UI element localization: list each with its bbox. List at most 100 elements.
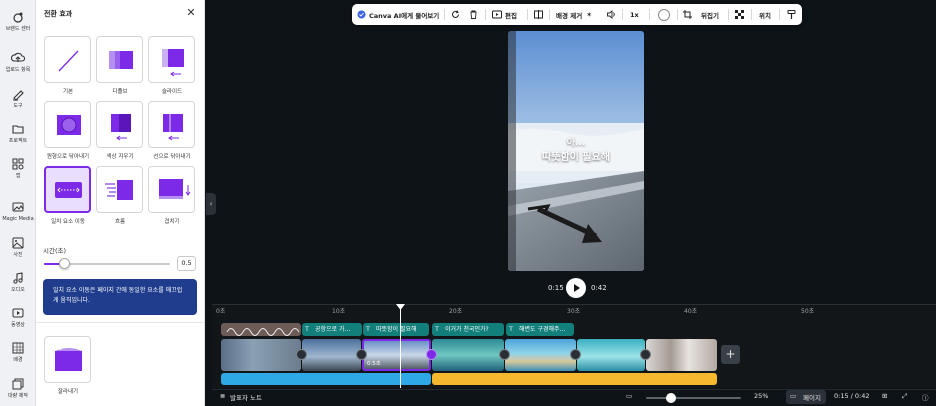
color-swatch[interactable]	[658, 4, 670, 25]
transition-label: 겹치기	[164, 219, 180, 225]
play-button[interactable]	[566, 278, 586, 298]
audio-track-yellow[interactable]	[432, 373, 717, 385]
bg-remove-label: 배경 제거	[556, 11, 583, 20]
video-clip-1[interactable]	[221, 339, 301, 371]
rail-bulk-create[interactable]: 대량 제작	[0, 377, 36, 400]
replace-icon[interactable]	[450, 4, 461, 25]
transitions-panel: 전환 효과 ✕ 기본 디졸브 슬라이드 원형으로 닦아내기 색상 지우기 선으로…	[36, 0, 205, 406]
text-track-item-1[interactable]: T 공항으로 가...	[302, 323, 362, 336]
transition-label: 디졸브	[112, 89, 128, 95]
text-icon: T	[435, 325, 439, 333]
split-icon[interactable]	[533, 4, 544, 25]
time-readout: 0:15 / 0:42	[834, 392, 870, 400]
text-track-item-4[interactable]: T 해변도 구경해주...	[506, 323, 574, 336]
playhead[interactable]	[400, 304, 401, 388]
collapse-panel-button[interactable]: ‹	[206, 193, 216, 215]
rail-label: 브랜드 센터	[5, 26, 31, 32]
video-clip-6[interactable]	[577, 339, 645, 371]
transition-icon[interactable]	[640, 349, 651, 360]
transition-slide[interactable]	[148, 36, 195, 83]
rail-magic-media[interactable]: Magic Media	[0, 200, 36, 223]
video-clip-3-selected[interactable]: 0.5초	[362, 339, 431, 371]
video-preview[interactable]: 아... 따뜻함이 필요해	[508, 31, 644, 271]
video-clip-7[interactable]	[646, 339, 717, 371]
paint-format-icon[interactable]	[786, 4, 797, 25]
text-track-item-3[interactable]: T 이거가 천국인가?	[432, 323, 504, 336]
background-remove-button[interactable]: 배경 제거 ✶	[556, 4, 592, 25]
transition-circle-wipe[interactable]	[44, 101, 91, 148]
volume-icon[interactable]	[606, 4, 617, 25]
flip-button[interactable]: 뒤집기	[701, 4, 719, 25]
transition-icon[interactable]	[356, 349, 367, 360]
rail-photos[interactable]: 사진	[0, 236, 36, 259]
edit-button[interactable]: 편집	[492, 4, 517, 25]
text-track-clip[interactable]	[221, 323, 301, 336]
rail-label: 프로젝트	[8, 138, 28, 144]
rail-videos[interactable]: 동영상	[0, 306, 36, 329]
rail-audio[interactable]: 오디오	[0, 271, 36, 294]
transition-cut[interactable]	[44, 336, 91, 383]
video-clip-2[interactable]	[302, 339, 361, 371]
circle-wipe-transition-icon	[57, 115, 81, 135]
zoom-percentage[interactable]: 25%	[754, 392, 768, 400]
magic-media-icon	[12, 202, 24, 212]
transition-label: 선으로 닦아내기	[153, 154, 191, 160]
transition-dissolve[interactable]	[96, 36, 143, 83]
speaker-notes-button[interactable]: 발표자 노트	[230, 392, 262, 402]
zoom-slider[interactable]	[646, 397, 741, 399]
rail-tools[interactable]: 도구	[0, 87, 36, 110]
upload-cloud-icon	[11, 52, 25, 62]
divider	[728, 9, 729, 20]
fullscreen-icon[interactable]: ⤢	[902, 392, 907, 401]
transition-flow[interactable]	[96, 166, 143, 213]
video-clip-5[interactable]	[505, 339, 576, 371]
transition-icon[interactable]	[570, 349, 581, 360]
divider	[549, 9, 550, 20]
rail-background[interactable]: 배경	[0, 341, 36, 364]
rail-brand-center[interactable]: 브랜드 센터	[0, 10, 36, 33]
video-clip-4[interactable]	[432, 339, 504, 371]
transition-label: 슬라이드	[161, 89, 183, 95]
text-track-item-2[interactable]: T 따뜻함이 필요해	[363, 323, 429, 336]
split-clip-icon	[534, 10, 543, 19]
ask-canva-ai-button[interactable]: Canva AI에게 물어보기	[357, 4, 439, 25]
text-icon: T	[366, 325, 370, 333]
transition-line-wipe[interactable]	[148, 101, 195, 148]
rail-projects[interactable]: 프로젝트	[0, 122, 36, 145]
match-move-transition-icon	[55, 182, 82, 198]
notes-icon[interactable]: ≣	[220, 392, 225, 400]
close-icon[interactable]: ✕	[185, 7, 197, 19]
overlap-transition-icon	[159, 179, 191, 199]
ruler-tick: 10초	[332, 308, 346, 315]
caption-line-1: 아...	[566, 138, 586, 148]
transition-icon[interactable]	[296, 349, 307, 360]
duration-slider-knob[interactable]	[58, 258, 70, 269]
ask-canva-label: Canva AI에게 물어보기	[369, 11, 440, 20]
transition-icon[interactable]	[499, 349, 510, 360]
help-icon[interactable]: ⓘ	[922, 392, 929, 402]
zoom-slider-knob[interactable]	[666, 393, 676, 403]
playback-speed-button[interactable]: 1x	[630, 4, 639, 25]
trash-icon[interactable]	[468, 4, 479, 25]
transition-icon-selected[interactable]	[426, 349, 437, 360]
info-message: 일치 요소 이동은 페이지 간에 동일한 요소를 매끄럽게 움직입니다.	[43, 279, 197, 315]
duration-label: 시간(초)	[43, 247, 67, 255]
divider	[649, 9, 650, 20]
crop-icon[interactable]	[682, 4, 693, 25]
transition-overlap[interactable]	[148, 166, 195, 213]
grid-view-icon[interactable]: ⊞	[882, 392, 887, 400]
transition-match-move[interactable]	[44, 166, 91, 213]
transition-color-wipe[interactable]	[96, 101, 143, 148]
timeline-view-icon[interactable]: ▭	[626, 392, 632, 400]
rail-label: 배경	[13, 357, 23, 363]
transparency-icon[interactable]	[734, 4, 745, 25]
rail-uploads[interactable]: 업로드 항목	[0, 51, 36, 74]
canva-ai-icon	[357, 10, 366, 19]
transition-basic[interactable]	[44, 36, 91, 83]
slide-transition-icon	[162, 49, 184, 77]
duration-value-input[interactable]: 0.5	[177, 256, 196, 271]
rail-apps[interactable]: 앱	[0, 157, 36, 180]
divider	[779, 9, 780, 20]
add-page-button[interactable]: +	[721, 345, 740, 364]
position-button[interactable]: 위치	[759, 4, 771, 25]
